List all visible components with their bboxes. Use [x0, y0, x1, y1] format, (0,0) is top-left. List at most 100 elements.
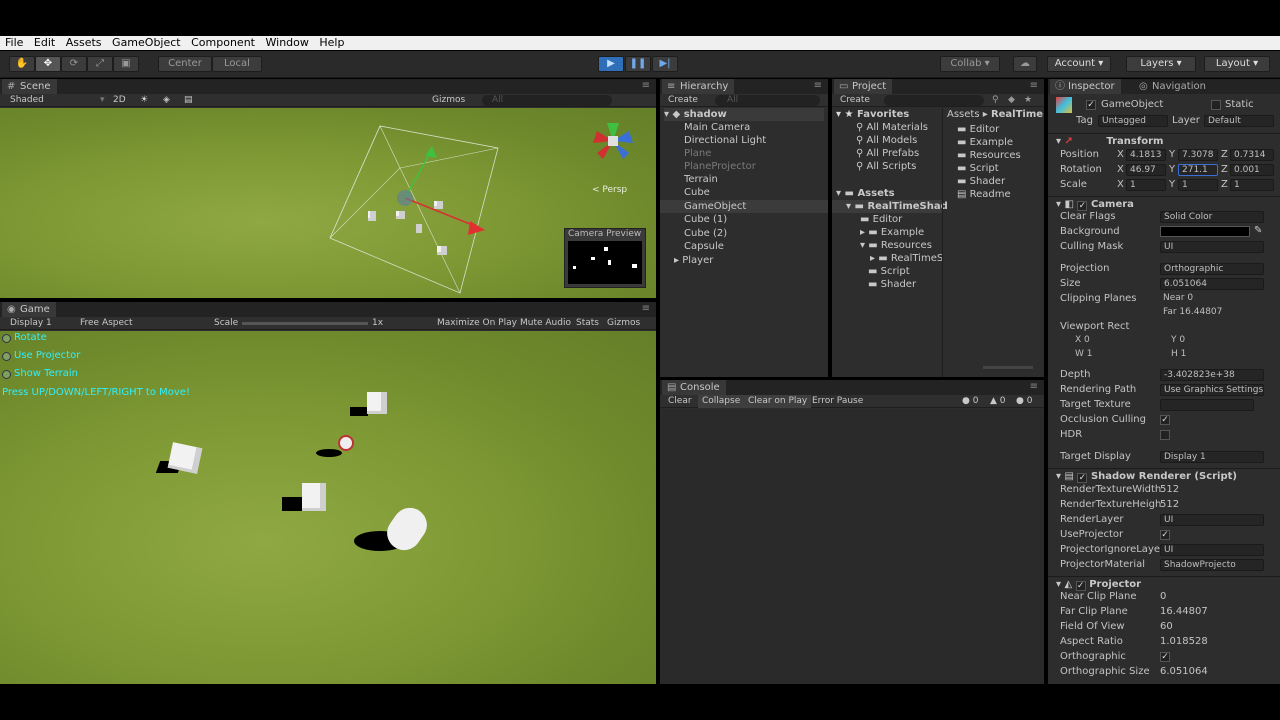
- console-error-pause-toggle[interactable]: Error Pause: [812, 395, 863, 408]
- panel-menu-icon[interactable]: ≡: [642, 80, 650, 91]
- hierarchy-item[interactable]: Plane: [684, 147, 711, 160]
- panel-menu-icon[interactable]: ≡: [1030, 80, 1038, 91]
- filter-type-icon[interactable]: ⚲: [992, 94, 999, 107]
- hierarchy-scene-root[interactable]: ▾ ◆ shadow: [664, 108, 824, 121]
- rotation-y-field[interactable]: 271.1: [1178, 164, 1218, 176]
- panel-menu-icon[interactable]: ≡: [642, 303, 650, 314]
- assets-header[interactable]: ▾ ▬ Assets: [836, 187, 895, 200]
- effects-icon[interactable]: ▤: [184, 94, 193, 107]
- target-texture-field[interactable]: [1160, 399, 1254, 411]
- collab-dropdown[interactable]: Collab ▾: [940, 56, 1000, 72]
- audio-icon[interactable]: ◈: [163, 94, 170, 107]
- rotation-z-field[interactable]: 0.001: [1230, 164, 1274, 176]
- orthographic-size-field[interactable]: 6.051064: [1160, 666, 1208, 678]
- tab-project[interactable]: ▭ Project: [834, 79, 893, 94]
- mute-audio-toggle[interactable]: Mute Audio: [520, 317, 571, 330]
- account-dropdown[interactable]: Account ▾: [1047, 56, 1111, 72]
- favorite-item[interactable]: ⚲ All Materials: [856, 121, 928, 134]
- hdr-checkbox[interactable]: [1160, 430, 1170, 440]
- use-projector-checkbox[interactable]: ✓: [1160, 530, 1170, 540]
- file-item[interactable]: ▬ Example: [957, 136, 1013, 149]
- layer-dropdown[interactable]: Default: [1204, 115, 1274, 127]
- active-checkbox[interactable]: ✓: [1086, 100, 1096, 110]
- occlusion-culling-checkbox[interactable]: ✓: [1160, 415, 1170, 425]
- target-display-dropdown[interactable]: Display 1: [1160, 451, 1264, 463]
- persp-label[interactable]: < Persp: [592, 185, 627, 195]
- camera-enabled-checkbox[interactable]: ✓: [1077, 201, 1088, 211]
- pivot-local-button[interactable]: Local: [212, 56, 262, 72]
- hierarchy-item[interactable]: Directional Light: [684, 134, 766, 147]
- stats-toggle[interactable]: Stats: [576, 317, 599, 330]
- breadcrumb-current[interactable]: RealTime: [991, 109, 1043, 120]
- folder-tree-item-selected[interactable]: ▾ ▬ RealTimeShad: [832, 200, 948, 213]
- gizmos-toggle[interactable]: Gizmos: [607, 317, 640, 330]
- depth-field[interactable]: -3.402823e+38: [1160, 369, 1264, 381]
- tab-inspector[interactable]: ⓘ Inspector: [1050, 79, 1121, 94]
- culling-mask-dropdown[interactable]: UI: [1160, 241, 1264, 253]
- aspect-ratio-field[interactable]: 1.018528: [1160, 636, 1208, 648]
- hierarchy-search-input[interactable]: All: [715, 95, 820, 106]
- show-terrain-toggle[interactable]: [2, 370, 11, 379]
- rect-tool-icon[interactable]: ▣: [113, 56, 139, 72]
- scale-slider[interactable]: [242, 322, 368, 325]
- tab-scene[interactable]: # Scene: [2, 79, 57, 94]
- gameobject-name-field[interactable]: GameObject: [1101, 99, 1163, 111]
- layers-dropdown[interactable]: Layers ▾: [1126, 56, 1196, 72]
- menu-help[interactable]: Help: [319, 36, 344, 50]
- rendering-path-dropdown[interactable]: Use Graphics Settings: [1160, 384, 1264, 396]
- position-z-field[interactable]: 0.7314: [1230, 149, 1274, 161]
- folder-tree-item[interactable]: ▬ Editor: [860, 213, 902, 226]
- projector-enabled-checkbox[interactable]: ✓: [1075, 581, 1086, 591]
- mode-2d-toggle[interactable]: 2D: [113, 94, 126, 107]
- favorite-item[interactable]: ⚲ All Prefabs: [856, 147, 919, 160]
- hierarchy-item-player[interactable]: ▸ Player: [674, 254, 713, 267]
- console-collapse-toggle[interactable]: Collapse: [698, 395, 745, 408]
- project-create-dropdown[interactable]: Create: [840, 94, 870, 107]
- step-button-icon[interactable]: ▶|: [652, 56, 678, 72]
- favorites-header[interactable]: ▾ ★ Favorites: [836, 108, 909, 121]
- projection-dropdown[interactable]: Orthographic: [1160, 263, 1264, 275]
- projector-material-field[interactable]: ShadowProjecto: [1160, 559, 1264, 571]
- scene-viewport[interactable]: < Persp Camera Preview: [0, 108, 656, 298]
- tab-game[interactable]: ◉ Game: [2, 302, 56, 317]
- render-texture-height-field[interactable]: 512: [1160, 499, 1179, 511]
- scene-search-input[interactable]: All: [482, 95, 612, 106]
- breadcrumb-assets[interactable]: Assets: [947, 109, 980, 120]
- tab-hierarchy[interactable]: ≡ Hierarchy: [662, 79, 735, 94]
- file-item[interactable]: ▬ Editor: [957, 123, 999, 136]
- transform-header[interactable]: ▾ ↗ Transform: [1048, 133, 1280, 148]
- rotate-toggle[interactable]: [2, 334, 11, 343]
- console-warning-count[interactable]: ▲ 0: [990, 395, 1006, 408]
- near-clip-plane-field[interactable]: 0: [1160, 591, 1166, 603]
- render-layer-dropdown[interactable]: UI: [1160, 514, 1264, 526]
- hierarchy-item[interactable]: Capsule: [684, 240, 724, 253]
- far-clip-plane-field[interactable]: 16.44807: [1160, 606, 1208, 618]
- game-viewport[interactable]: Rotate Use Projector Show Terrain Press …: [0, 331, 656, 684]
- shadow-renderer-enabled-checkbox[interactable]: ✓: [1077, 473, 1088, 483]
- clear-flags-dropdown[interactable]: Solid Color: [1160, 211, 1264, 223]
- use-projector-toggle[interactable]: [2, 352, 11, 361]
- hierarchy-item[interactable]: Cube (1): [684, 213, 727, 226]
- file-item[interactable]: ▬ Script: [957, 162, 999, 175]
- menu-gameobject[interactable]: GameObject: [112, 36, 181, 50]
- scale-x-field[interactable]: 1: [1126, 179, 1166, 191]
- hierarchy-item[interactable]: Cube: [684, 186, 710, 199]
- hierarchy-item[interactable]: Cube (2): [684, 227, 727, 240]
- favorite-star-icon[interactable]: ★: [1024, 94, 1032, 107]
- filter-label-icon[interactable]: ◆: [1008, 94, 1015, 107]
- folder-tree-item[interactable]: ▸ ▬ Example: [860, 226, 924, 239]
- projector-header[interactable]: ▾ ◭ ✓ Projector: [1048, 576, 1280, 591]
- hierarchy-item[interactable]: Terrain: [684, 173, 718, 186]
- panel-menu-icon[interactable]: ≡: [814, 80, 822, 91]
- menu-component[interactable]: Component: [191, 36, 255, 50]
- scale-tool-icon[interactable]: ⤢: [87, 56, 113, 72]
- file-item[interactable]: ▬ Shader: [957, 175, 1005, 188]
- tab-navigation[interactable]: ◎ Navigation: [1134, 79, 1212, 94]
- tab-console[interactable]: ▤ Console: [662, 380, 726, 395]
- icon-size-slider[interactable]: [983, 366, 1033, 369]
- menu-window[interactable]: Window: [266, 36, 309, 50]
- projector-ignore-layer-dropdown[interactable]: UI: [1160, 544, 1264, 556]
- position-x-field[interactable]: 4.1813: [1126, 149, 1166, 161]
- tag-dropdown[interactable]: Untagged: [1098, 115, 1168, 127]
- viewport-h-field[interactable]: H 1: [1168, 349, 1248, 361]
